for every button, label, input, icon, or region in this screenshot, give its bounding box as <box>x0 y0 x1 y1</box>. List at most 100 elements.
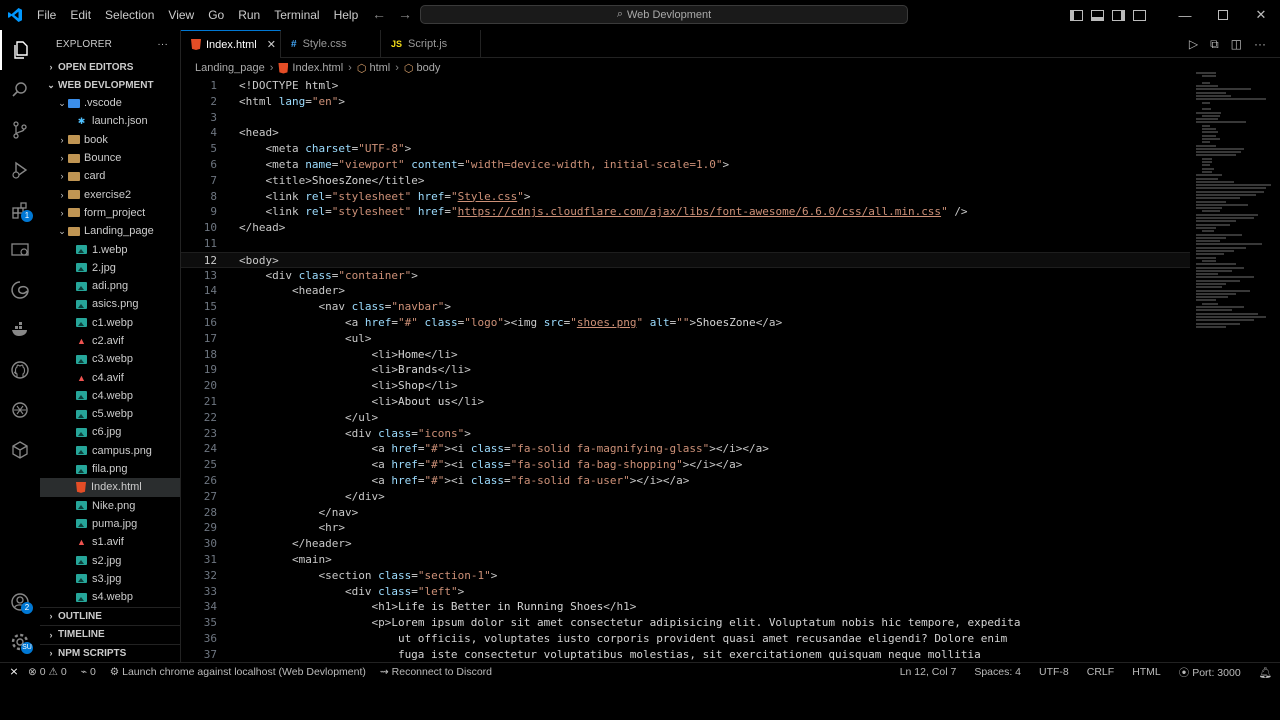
customize-layout-icon[interactable] <box>1133 9 1146 21</box>
code-line[interactable]: 18 <li>Home</li> <box>181 347 1190 363</box>
tree-item[interactable]: puma.jpg <box>40 515 180 533</box>
code-line[interactable]: 16 <a href="#" class="logo"><img src="sh… <box>181 315 1190 331</box>
tree-item[interactable]: › card <box>40 167 180 185</box>
code-line[interactable]: 3 <box>181 110 1190 126</box>
code-line[interactable]: 23 <div class="icons"> <box>181 426 1190 442</box>
tree-item[interactable]: › exercise2 <box>40 185 180 203</box>
code-line[interactable]: 14 <header> <box>181 283 1190 299</box>
tree-item[interactable]: ▲ c2.avif <box>40 332 180 350</box>
code-line[interactable]: 35 <p>Lorem ipsum dolor sit amet consect… <box>181 615 1190 631</box>
github-icon[interactable] <box>0 350 40 390</box>
tree-item[interactable]: ▲ c4.avif <box>40 368 180 386</box>
breadcrumb-body[interactable]: body <box>417 62 441 74</box>
manage-gear-icon[interactable]: SU <box>0 622 40 662</box>
npm-scripts-section[interactable]: › NPM SCRIPTS <box>40 643 180 663</box>
code-line[interactable]: 8 <link rel="stylesheet" href="Style.css… <box>181 189 1190 205</box>
tree-item[interactable]: s2.jpg <box>40 551 180 569</box>
breadcrumb-folder[interactable]: Landing_page <box>195 62 265 74</box>
code-line[interactable]: 37 fuga iste consectetur voluptatibus mo… <box>181 647 1190 662</box>
code-line[interactable]: 13 <div class="container"> <box>181 268 1190 284</box>
run-and-debug-icon[interactable] <box>0 150 40 190</box>
code-line[interactable]: 25 <a href="#"><i class="fa-solid fa-bag… <box>181 457 1190 473</box>
tree-item[interactable]: c6.jpg <box>40 423 180 441</box>
extensions-icon[interactable]: 1 <box>0 190 40 230</box>
remote-indicator-icon[interactable]: ⨯ <box>0 663 28 681</box>
menu-item-file[interactable]: File <box>30 0 63 30</box>
code-line[interactable]: 32 <section class="section-1"> <box>181 568 1190 584</box>
code-line[interactable]: 12 <body> <box>181 251 1190 268</box>
docker-icon[interactable] <box>0 310 40 350</box>
tree-item[interactable]: s4.webp <box>40 588 180 606</box>
encoding[interactable]: UTF-8 <box>1039 666 1069 678</box>
menu-item-help[interactable]: Help <box>327 0 366 30</box>
menu-item-go[interactable]: Go <box>201 0 231 30</box>
code-line[interactable]: 21 <li>About us</li> <box>181 394 1190 410</box>
tree-item[interactable]: asics.png <box>40 295 180 313</box>
code-line[interactable]: 4 <head> <box>181 125 1190 141</box>
more-actions-icon[interactable]: ··· <box>1254 37 1266 52</box>
minimap[interactable] <box>1190 72 1271 662</box>
tree-item[interactable]: › book <box>40 131 180 149</box>
code-line[interactable]: 11 <box>181 236 1190 252</box>
code-line[interactable]: 33 <div class="left"> <box>181 584 1190 600</box>
tree-item[interactable]: c1.webp <box>40 314 180 332</box>
tab-script-js[interactable]: JS Script.js <box>381 30 481 58</box>
maximize-button[interactable] <box>1204 8 1242 23</box>
tab-index-html[interactable]: Index.html ✕ <box>181 30 281 58</box>
problems-indicator[interactable]: ⊗ 0 ⚠ 0 <box>28 666 67 678</box>
explorer-icon[interactable] <box>0 30 40 70</box>
tree-item[interactable]: s3.jpg <box>40 570 180 588</box>
tab-style-css[interactable]: # Style.css <box>281 30 381 58</box>
menu-item-edit[interactable]: Edit <box>63 0 98 30</box>
split-editor-icon[interactable]: ◫ <box>1231 37 1242 52</box>
code-line[interactable]: 36 ut officiis, voluptates iusto corpori… <box>181 631 1190 647</box>
edge-devtools-icon[interactable] <box>0 270 40 310</box>
code-line[interactable]: 24 <a href="#"><i class="fa-solid fa-mag… <box>181 441 1190 457</box>
cube-extension-icon[interactable] <box>0 430 40 470</box>
more-actions-icon[interactable]: ··· <box>157 39 168 50</box>
code-line[interactable]: 10 </head> <box>181 220 1190 236</box>
tree-item[interactable]: › Bounce <box>40 149 180 167</box>
forward-arrow-icon[interactable]: → <box>398 6 412 22</box>
menu-item-terminal[interactable]: Terminal <box>267 0 326 30</box>
code-line[interactable]: 17 <ul> <box>181 331 1190 347</box>
minimize-button[interactable]: — <box>1166 8 1204 23</box>
code-line[interactable]: 1 <!DOCTYPE html> <box>181 78 1190 94</box>
toggle-primary-sidebar-icon[interactable] <box>1070 9 1083 21</box>
toggle-panel-icon[interactable] <box>1091 9 1104 21</box>
toggle-secondary-sidebar-icon[interactable] <box>1112 9 1125 21</box>
code-line[interactable]: 7 <title>ShoesZone</title> <box>181 173 1190 189</box>
code-line[interactable]: 19 <li>Brands</li> <box>181 362 1190 378</box>
tree-item[interactable]: 2.jpg <box>40 259 180 277</box>
code-line[interactable]: 34 <h1>Life is Better in Running Shoes</… <box>181 599 1190 615</box>
tree-item[interactable]: c5.webp <box>40 405 180 423</box>
tree-item[interactable]: adi.png <box>40 277 180 295</box>
back-arrow-icon[interactable]: ← <box>372 6 386 22</box>
code-line[interactable]: 20 <li>Shop</li> <box>181 378 1190 394</box>
live-server-port[interactable]: ⦿ Port: 3000 <box>1179 665 1241 680</box>
open-editors-section[interactable]: › OPEN EDITORS <box>40 58 180 76</box>
tree-item[interactable]: campus.png <box>40 442 180 460</box>
source-control-icon[interactable] <box>0 110 40 150</box>
end-of-line[interactable]: CRLF <box>1087 666 1114 678</box>
code-line[interactable]: 5 <meta charset="UTF-8"> <box>181 141 1190 157</box>
tree-item[interactable]: fila.png <box>40 460 180 478</box>
tree-item[interactable]: ✱ launch.json <box>40 112 180 130</box>
menu-item-run[interactable]: Run <box>231 0 267 30</box>
code-line[interactable]: 2 <html lang="en"> <box>181 94 1190 110</box>
tree-item[interactable]: Nike.png <box>40 497 180 515</box>
chatgpt-icon[interactable] <box>0 390 40 430</box>
workspace-section[interactable]: ⌄ WEB DEVLOPMENT <box>40 76 180 94</box>
tree-item[interactable]: ⌄ Landing_page <box>40 222 180 240</box>
indentation[interactable]: Spaces: 4 <box>974 666 1021 678</box>
command-center-search[interactable]: ⌕ Web Devlopment <box>420 5 908 24</box>
code-line[interactable]: 28 </nav> <box>181 505 1190 521</box>
menu-item-view[interactable]: View <box>161 0 201 30</box>
tree-item[interactable]: ▲ s1.avif <box>40 533 180 551</box>
code-line[interactable]: 9 <link rel="stylesheet" href="https://c… <box>181 204 1190 220</box>
code-line[interactable]: 31 <main> <box>181 552 1190 568</box>
tree-item[interactable]: c3.webp <box>40 350 180 368</box>
code-line[interactable]: 27 </div> <box>181 489 1190 505</box>
open-preview-icon[interactable]: ⧉ <box>1210 37 1219 52</box>
code-line[interactable]: 15 <nav class="navbar"> <box>181 299 1190 315</box>
